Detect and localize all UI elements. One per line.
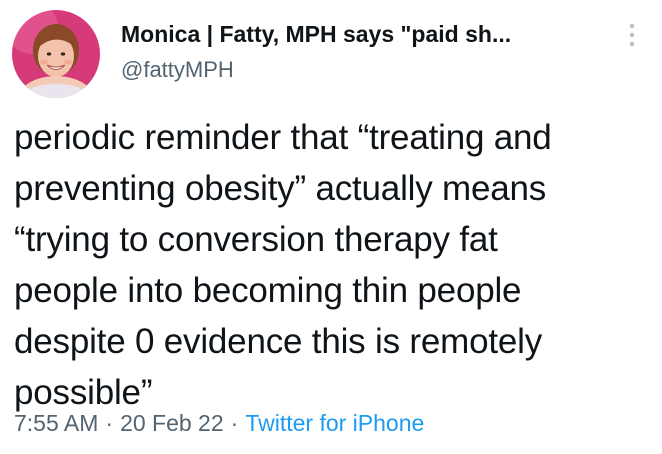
profile-photo-icon [12, 10, 100, 98]
more-vertical-icon[interactable] [620, 20, 644, 52]
tweet-metadata: 7:55 AM · 20 Feb 22 · Twitter for iPhone [14, 409, 424, 437]
tweet-text-line: despite 0 evidence this is remotely [14, 322, 542, 361]
tweet-card: Monica | Fatty, MPH says "paid sh... @fa… [0, 0, 662, 454]
author-block: Monica | Fatty, MPH says "paid sh... @fa… [121, 20, 601, 83]
separator: · [105, 410, 114, 436]
tweet-text-line: periodic reminder that “treating and [14, 118, 552, 157]
tweet-source-link[interactable]: Twitter for iPhone [245, 410, 424, 436]
tweet-text-line: preventing obesity” actually means [14, 169, 547, 208]
avatar[interactable] [12, 10, 100, 98]
tweet-date[interactable]: 20 Feb 22 [120, 410, 224, 436]
tweet-text: periodic reminder that “treating and pre… [14, 112, 654, 418]
separator: · [230, 410, 239, 436]
tweet-text-line: “trying to conversion therapy fat [14, 220, 498, 259]
display-name[interactable]: Monica | Fatty, MPH says "paid sh... [121, 20, 601, 48]
user-handle[interactable]: @fattyMPH [121, 57, 601, 83]
tweet-time[interactable]: 7:55 AM [14, 410, 98, 436]
tweet-text-line: people into becoming thin people [14, 271, 522, 310]
